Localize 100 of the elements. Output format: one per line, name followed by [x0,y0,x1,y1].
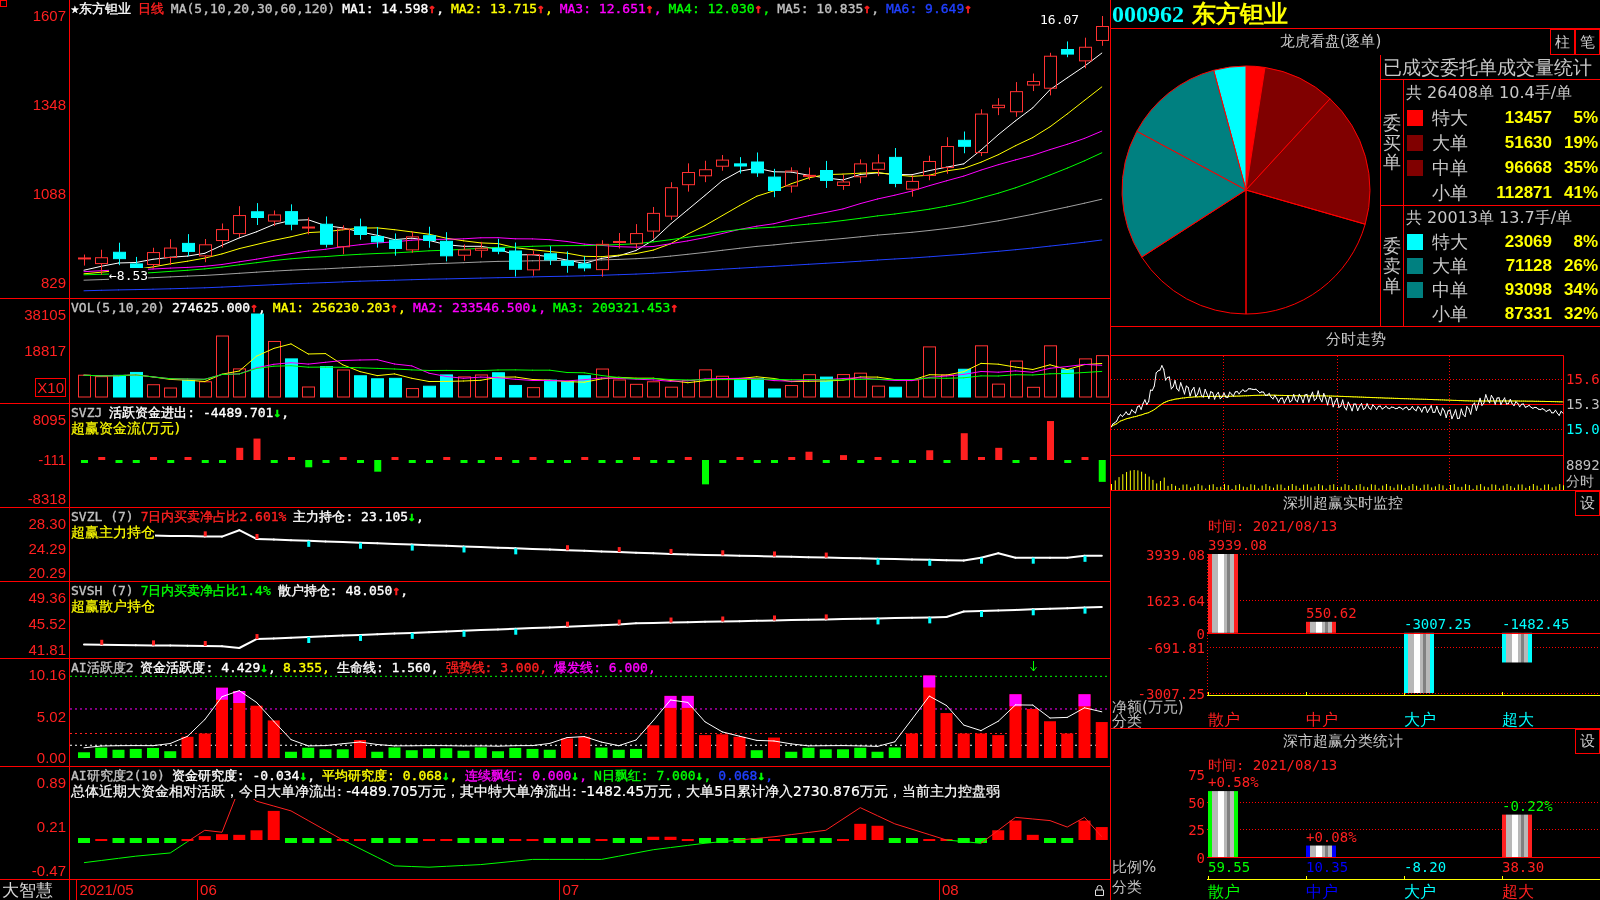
order-share: 8% [1572,231,1599,253]
axis-label: 分时 [1566,473,1594,489]
category-label: 中户 [1306,710,1338,728]
table-title: 已成交委托单成交量统计 [1381,55,1600,80]
indicator-subtitle: 超赢主力持仓 [71,524,155,540]
legend-text: 0.068 [718,768,758,783]
legend-text: 资金研究度: -0.034 [171,768,300,783]
trend-arrow: ↓, [441,768,458,783]
axis-label: 1088 [32,185,66,202]
axis-label: 0 [1196,625,1205,642]
category-label: 大户 [1404,882,1436,900]
summary-text: 共 20013单 13.7手/单 [1405,207,1574,229]
unit-label: X10 [35,378,66,397]
trend-arrow: ↑, [537,1,553,16]
value-label: 550.62 [1306,604,1357,621]
price-label: 15.0 [1566,421,1600,437]
category-label: 中户 [1306,882,1338,900]
trend-arrow: ↓, [757,768,774,783]
axis-label: 5.02 [36,707,66,725]
change-label: +0.58% [1208,774,1259,791]
legend-text: 活跃资金进出: -4489.701 [109,405,274,420]
axis-label: 24.29 [28,539,66,557]
trend-arrow: ↑, [645,1,662,16]
order-type: 特大 [1431,106,1469,129]
trend-arrow: ↑, [250,300,266,315]
change-label: -0.22% [1502,797,1553,814]
trend-arrow: ↓, [299,768,316,783]
axis-label: -111 [38,450,66,468]
axis-label: 28.30 [28,515,66,532]
order-type: 小单 [1431,303,1469,325]
legend-text: MA3: 12.651 [559,1,646,16]
axis-label: 8892 [1566,457,1600,473]
change-label: +0.08% [1306,828,1357,845]
value-label: -1482.45 [1502,615,1570,632]
order-share: 41% [1562,181,1599,204]
trend-arrow: ↑, [754,1,771,16]
axis-label: 41.81 [28,641,66,658]
axis-label: 0.21 [36,818,66,835]
trend-arrow: ↑ [964,1,973,16]
category-label: 散户 [1208,882,1240,900]
axis-label: 49.36 [28,589,66,606]
legend-text: MA5: 10.835 [777,1,864,16]
legend-text: SVZJ [71,405,103,420]
date-label: 2021/05 [76,880,134,900]
axis-label: 75 [1188,766,1205,783]
axis-label: 20.29 [28,564,66,581]
legend-text: MA1: 256230.203 [272,300,391,315]
trend-arrow: ↑, [390,300,406,315]
panel-title: 深圳超赢实时监控 [1282,493,1404,514]
axis-label: 0 [1196,849,1205,866]
legend-text: 连续飘红: 0.000 [464,768,572,783]
date-label: 06 [197,880,217,900]
order-type: 大单 [1431,255,1469,277]
trend-arrow: ↑, [392,583,409,598]
legend-text: 7日内买卖净占比2.601% [140,509,287,524]
legend-text: SVSH (7) [71,583,134,598]
legend-text: MA4: 12.030 [668,1,755,16]
legend-text: MA6: 9.649 [885,1,965,16]
panel-title: 龙虎看盘(逐单) [1278,31,1383,52]
order-count: 71128 [1504,255,1552,277]
axis-label: 1607 [32,7,66,24]
trend-arrow: ↓, [571,768,587,783]
axis-label: 50 [1188,794,1205,811]
side-label: 委买单 [1383,112,1401,173]
trend-arrow: ↓, [408,509,424,524]
price-label: 15.3 [1566,396,1600,412]
axis-label: -8318 [27,490,66,507]
date-label: 07 [559,880,580,900]
trend-arrow: ↑ [670,300,679,315]
order-share: 32% [1562,303,1599,325]
order-share: 5% [1572,106,1599,129]
category-label: 散户 [1208,710,1240,728]
legend-text: MA2: 13.715 [450,1,538,16]
legend-text: ★东方钽业 [71,1,131,16]
axis-label: 1348 [32,96,66,113]
order-count: 23069 [1503,231,1552,253]
order-share: 19% [1562,131,1599,154]
price-label: 15.6 [1566,371,1600,387]
legend-text: 主力持仓: 23.105 [293,509,409,524]
value-label: -3007.25 [1404,615,1472,632]
legend-text: MA(5,10,20,30,60,120) [170,1,336,16]
legend-text: 7日内买卖净占比1.4% [140,583,271,598]
axis-label: 1623.64 [1146,592,1205,609]
axis-label: 0.89 [36,774,66,791]
axis-label: -0.47 [31,862,66,879]
trend-arrow: ↓, [273,405,290,420]
date-label: 08 [938,880,959,900]
category-label: 超大 [1502,710,1534,728]
value-label: -8.20 [1404,859,1447,875]
axis-title: 分类 [1112,878,1142,896]
order-count: 96668 [1503,156,1552,179]
timestamp-text: 时间: 2021/08/13 [1208,518,1338,534]
order-type: 特大 [1431,231,1469,253]
panel-title: 深市超赢分类统计 [1282,731,1404,752]
value-label: 10.35 [1306,859,1349,875]
trend-arrow: ↑, [863,1,879,16]
axis-label: 45.52 [28,615,66,632]
axis-label: 10.16 [28,666,66,683]
trend-arrow: ↑, [428,1,444,16]
legend-text: 散户持仓: 48.050 [277,583,393,598]
